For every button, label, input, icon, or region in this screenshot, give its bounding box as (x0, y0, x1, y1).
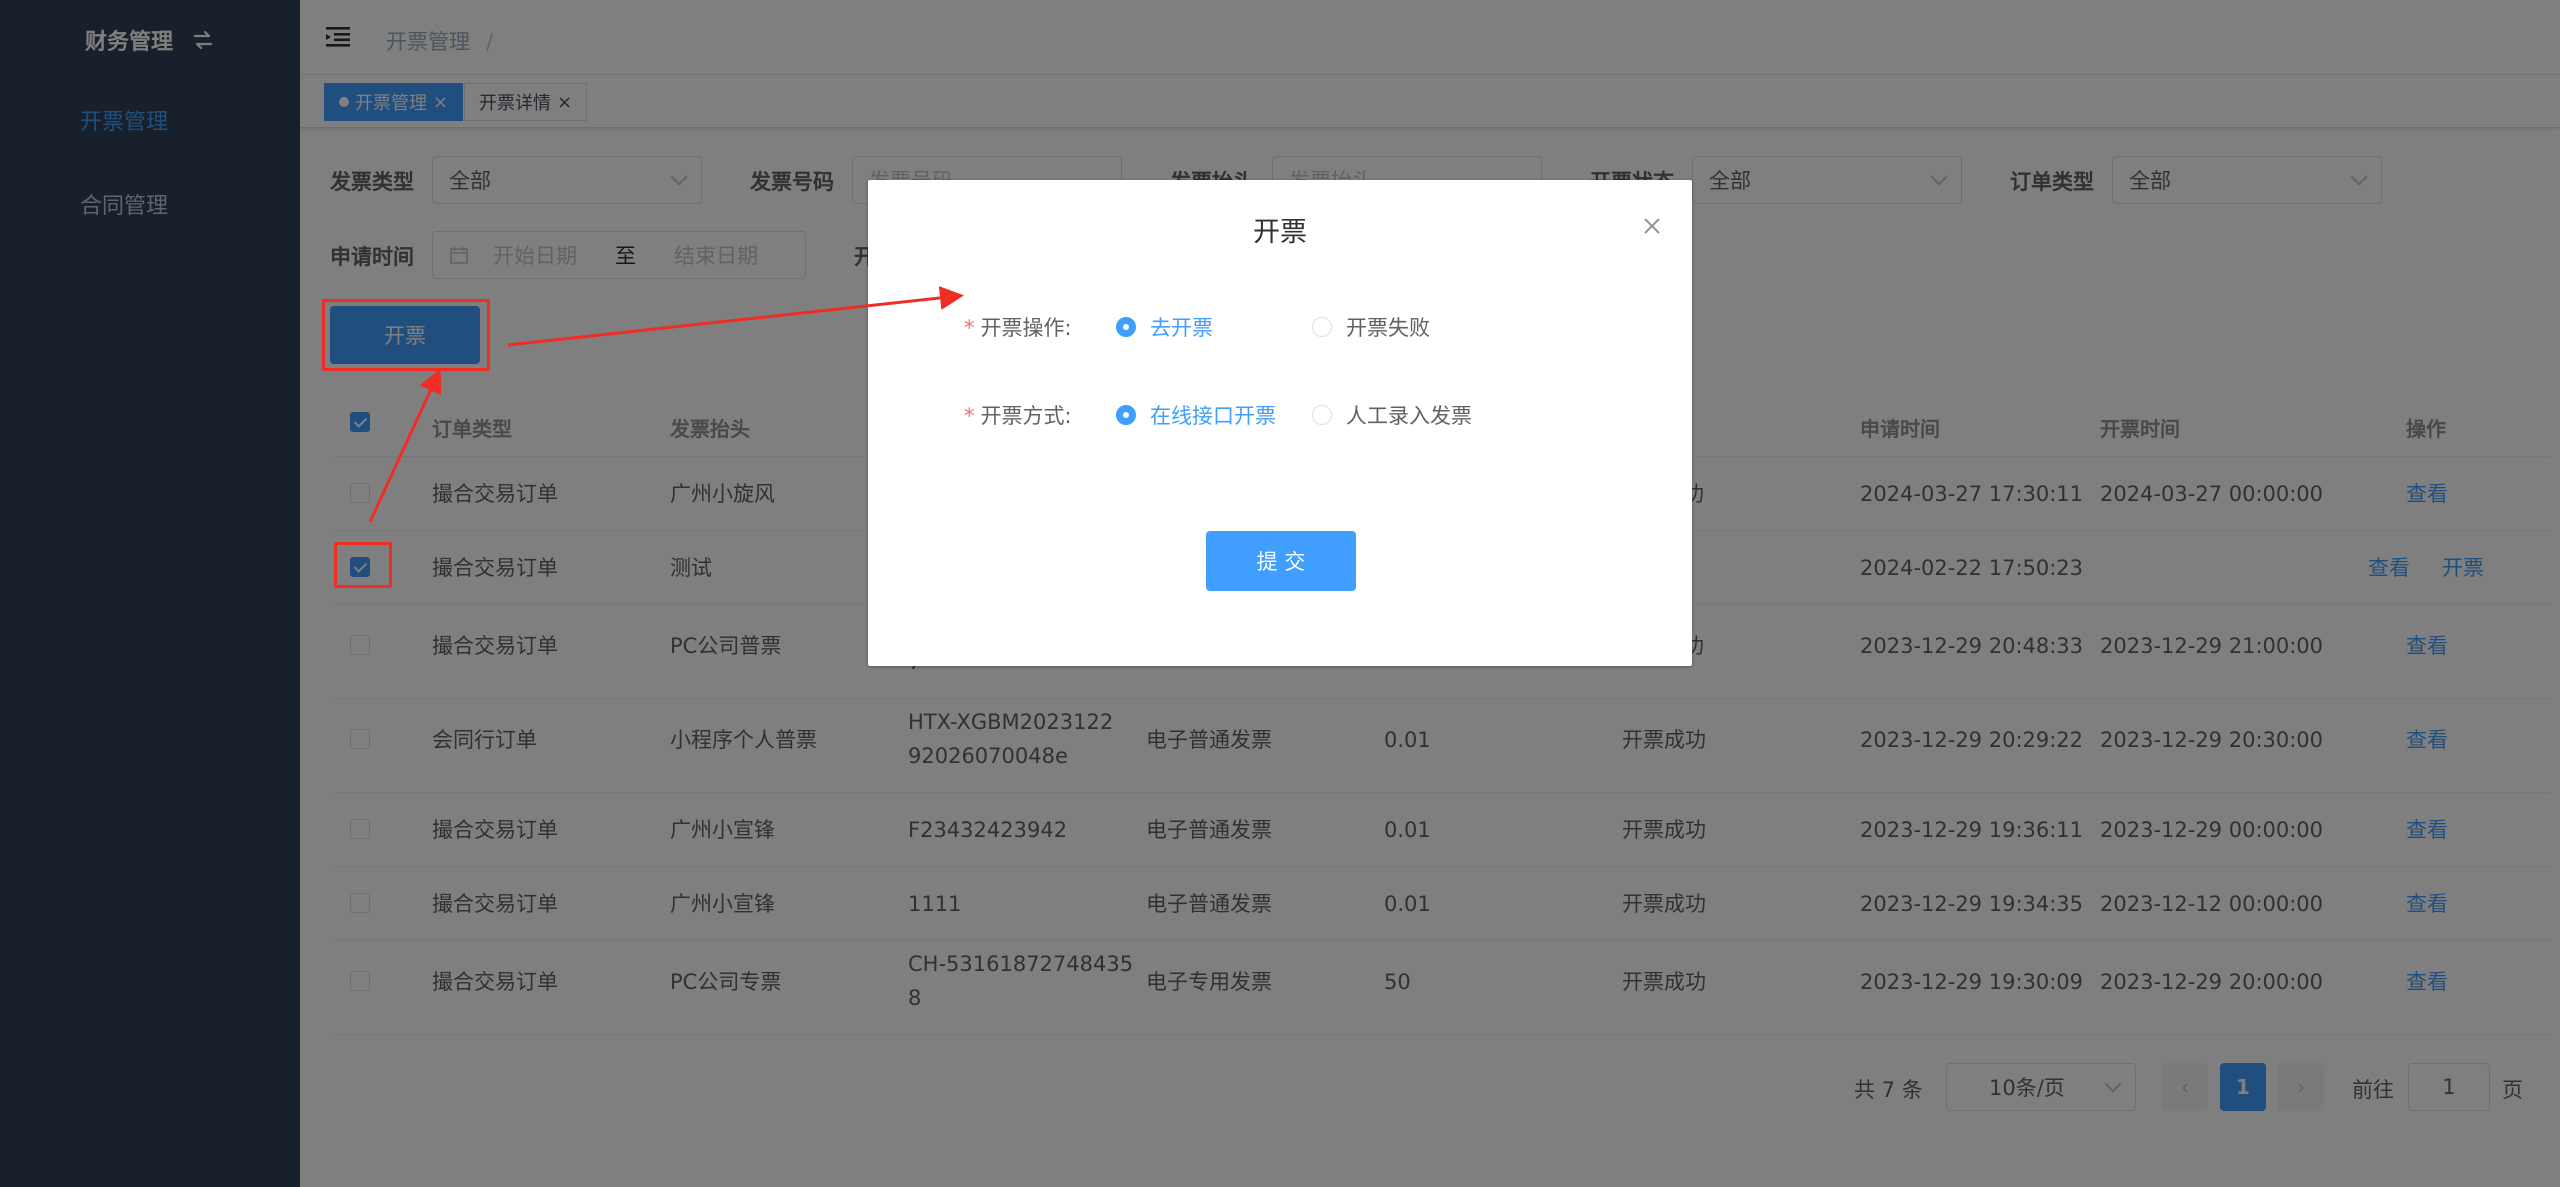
method-label-text: 开票方式: (980, 404, 1072, 428)
dialog-title: 开票 (1253, 217, 1307, 248)
required-mark: * (964, 316, 975, 340)
radio-label: 人工录入发票 (1346, 404, 1472, 428)
radio-manual-entry[interactable]: 人工录入发票 (1312, 400, 1472, 430)
operation-label: * 开票操作: (964, 312, 1072, 342)
method-label: * 开票方式: (964, 400, 1072, 430)
radio-label: 开票失败 (1346, 316, 1430, 340)
radio-online-api[interactable]: 在线接口开票 (1116, 400, 1276, 430)
radio-circle (1312, 405, 1332, 425)
radio-circle (1116, 405, 1136, 425)
close-icon[interactable] (1642, 216, 1662, 236)
required-mark: * (964, 404, 975, 428)
annotation-box-invoice-button (322, 299, 490, 371)
radio-circle (1116, 317, 1136, 337)
radio-label: 在线接口开票 (1150, 404, 1276, 428)
annotation-box-row-checkbox (334, 542, 392, 588)
invoice-dialog: 开票 * 开票操作: 去开票 开票失败 * 开票方式: 在线接口开票 人工录入发票 … (868, 180, 1692, 666)
radio-invoice-failed[interactable]: 开票失败 (1312, 312, 1430, 342)
radio-go-invoice[interactable]: 去开票 (1116, 312, 1213, 342)
operation-label-text: 开票操作: (980, 316, 1072, 340)
radio-circle (1312, 317, 1332, 337)
radio-label: 去开票 (1150, 316, 1213, 340)
submit-button[interactable]: 提 交 (1206, 531, 1356, 591)
